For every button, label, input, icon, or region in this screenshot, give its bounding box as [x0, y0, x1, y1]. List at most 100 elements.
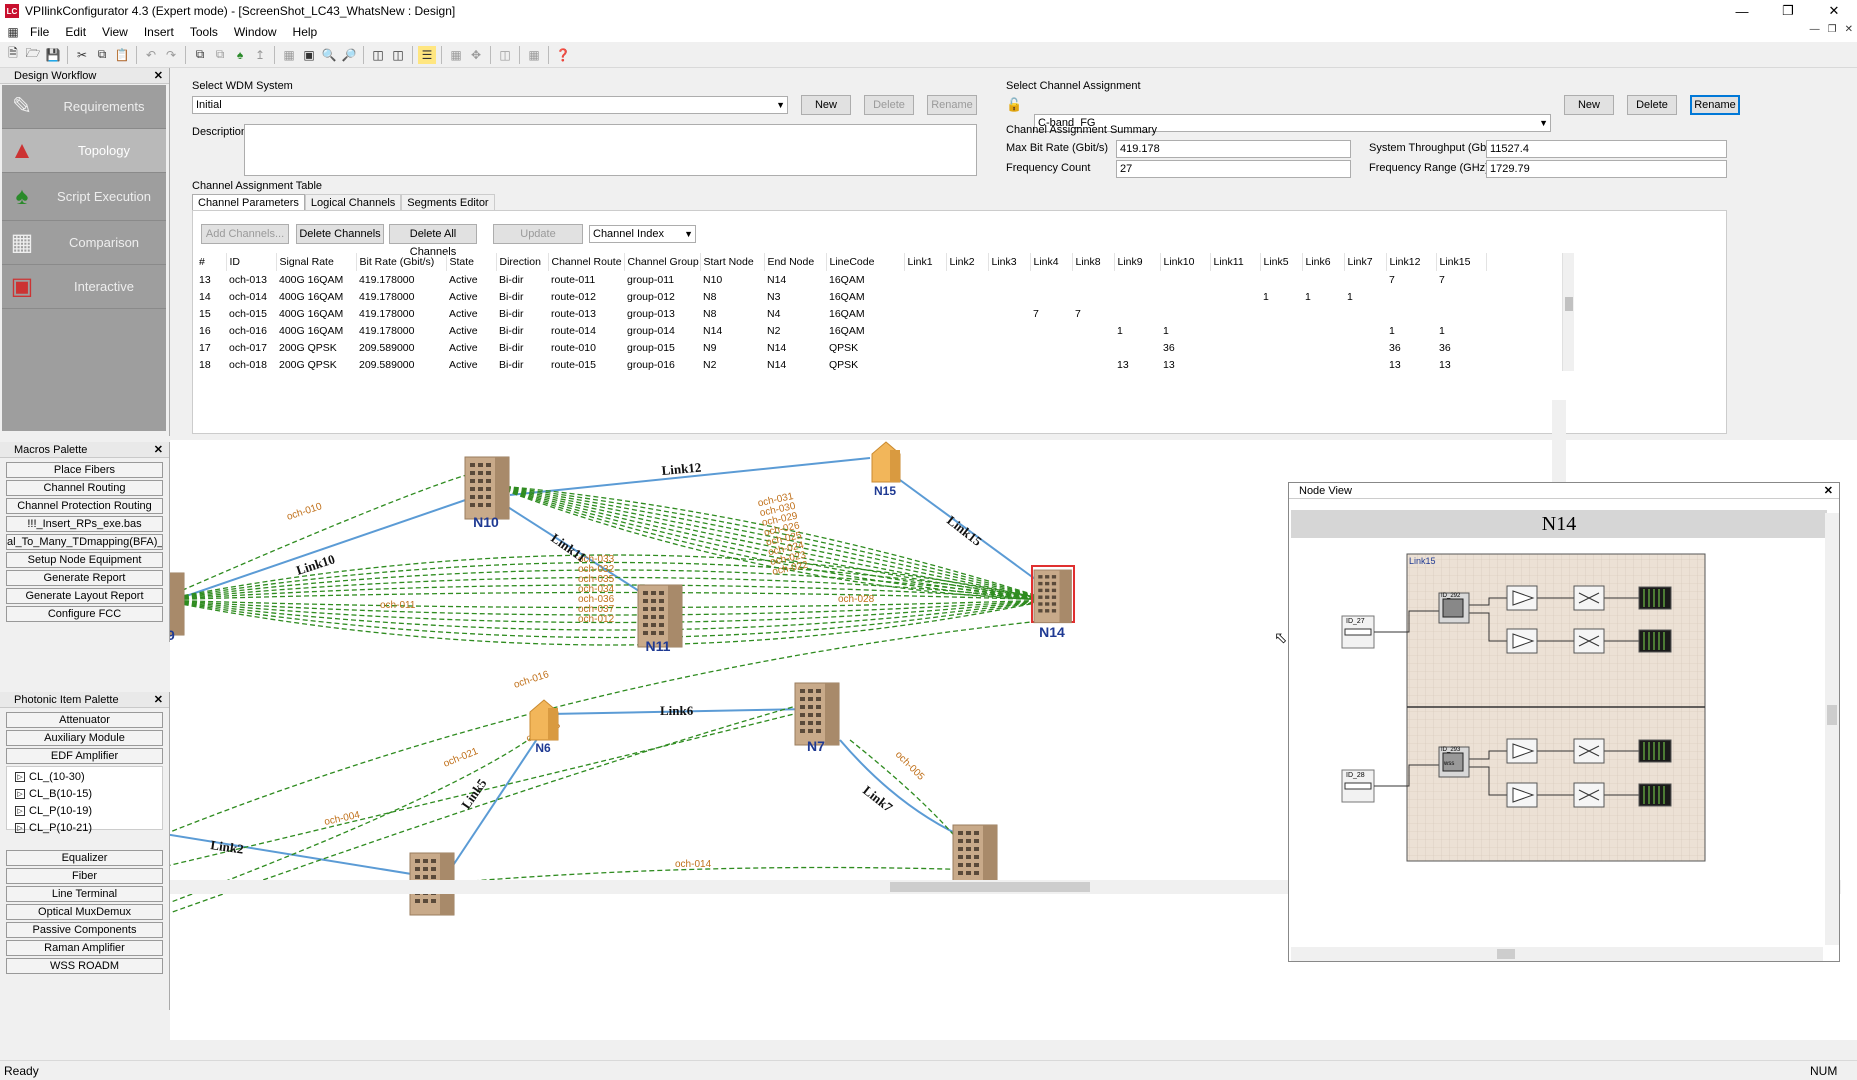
table-cell[interactable]: N14 [764, 356, 826, 371]
table-cell[interactable]: 1 [1114, 322, 1160, 339]
column-header[interactable]: Link15 [1436, 253, 1487, 271]
table-cell[interactable] [988, 322, 1030, 339]
column-header[interactable]: State [446, 253, 497, 271]
close-panel-icon[interactable]: ✕ [154, 68, 163, 84]
table-cell[interactable]: 13 [1160, 356, 1210, 371]
table-cell[interactable] [1302, 271, 1344, 288]
table-cell[interactable]: 16QAM [826, 305, 904, 322]
id27-block[interactable]: ID_27 [1341, 615, 1375, 649]
palette-auxiliary-module[interactable]: Auxiliary Module [6, 730, 163, 746]
table-cell[interactable]: och-018 [226, 356, 276, 371]
terminal-block[interactable] [1638, 586, 1672, 610]
node-partial-left[interactable]: 9 [139, 572, 185, 643]
table-cell[interactable] [1302, 322, 1344, 339]
table-cell[interactable] [988, 356, 1030, 371]
workflow-script-execution[interactable]: ♠ Script Execution [2, 173, 166, 221]
table-cell[interactable] [1030, 288, 1072, 305]
menu-file[interactable]: File [22, 25, 57, 39]
table-cell[interactable]: 400G 16QAM [276, 288, 356, 305]
table-cell[interactable] [1302, 339, 1344, 356]
table-cell[interactable]: 13 [1386, 356, 1436, 371]
wdm-system-select[interactable]: Initial ▼ [192, 96, 788, 114]
save-icon[interactable]: 💾 [44, 46, 62, 64]
amplifier-block[interactable] [1506, 738, 1538, 764]
table-cell[interactable]: N14 [700, 322, 764, 339]
table-cell[interactable]: och-015 [226, 305, 276, 322]
table-cell[interactable] [1114, 288, 1160, 305]
column-header[interactable]: Link11 [1210, 253, 1261, 271]
table-cell[interactable]: 1 [1260, 288, 1302, 305]
assign-delete-button[interactable]: Delete [1627, 95, 1677, 115]
workflow-topology[interactable]: ▲ Topology [2, 129, 166, 173]
table-cell[interactable]: 1 [1436, 322, 1486, 339]
table-cell[interactable] [1114, 271, 1160, 288]
macro-generate-layout-report[interactable]: Generate Layout Report [6, 588, 163, 604]
column-header[interactable]: Link10 [1160, 253, 1211, 271]
list-icon[interactable]: ☰ [418, 45, 436, 64]
node-n7[interactable]: N7 [794, 682, 840, 754]
terminal-block[interactable] [1638, 739, 1672, 763]
table-cell[interactable]: Bi-dir [496, 288, 548, 305]
table-cell[interactable]: N8 [700, 288, 764, 305]
macro-configure-fcc[interactable]: Configure FCC [6, 606, 163, 622]
table-cell[interactable] [988, 339, 1030, 356]
mdi-restore-icon[interactable]: ❐ [1828, 24, 1837, 35]
palette-optical-muxdemux[interactable]: Optical MuxDemux [6, 904, 163, 920]
table-row[interactable]: 17 och-017 200G QPSK 209.589000 Active Bi-dir… [196, 339, 1486, 356]
table-cell[interactable] [1386, 288, 1436, 305]
table-cell[interactable]: 36 [1386, 339, 1436, 356]
table-row[interactable]: 14 och-014 400G 16QAM 419.178000 Active Bi-di… [196, 288, 1486, 305]
copy-icon[interactable]: ⧉ [93, 46, 111, 64]
table-cell[interactable]: Active [446, 339, 496, 356]
list-item[interactable]: ▷ CL_(10-30) [13, 769, 156, 784]
column-header[interactable]: Link7 [1344, 253, 1387, 271]
table-cell[interactable]: group-015 [624, 339, 700, 356]
id28-block[interactable]: ID_28 [1341, 769, 1375, 803]
table-cell[interactable]: 15 [196, 305, 226, 322]
table-cell[interactable]: och-014 [226, 288, 276, 305]
group-icon[interactable]: ⧉ [211, 46, 229, 64]
table-cell[interactable]: 400G 16QAM [276, 271, 356, 288]
table-cell[interactable]: 1 [1344, 288, 1386, 305]
menu-window[interactable]: Window [226, 25, 285, 39]
node-view-vscroll[interactable] [1825, 513, 1839, 945]
table-cell[interactable]: Active [446, 356, 496, 371]
table-cell[interactable] [988, 288, 1030, 305]
workflow-requirements[interactable]: ✎ Requirements [2, 85, 166, 129]
table-cell[interactable] [1210, 339, 1260, 356]
table-cell[interactable] [1160, 271, 1210, 288]
wss-block[interactable]: wss ID_293 [1438, 746, 1470, 778]
table-cell[interactable] [1072, 322, 1114, 339]
table-cell[interactable]: N10 [700, 271, 764, 288]
column-header[interactable]: # [196, 253, 227, 271]
table-row[interactable]: 13 och-013 400G 16QAM 419.178000 Active Bi-di… [196, 271, 1486, 288]
table-cell[interactable] [1260, 271, 1302, 288]
table-cell[interactable]: Bi-dir [496, 339, 548, 356]
table-cell[interactable]: Active [446, 322, 496, 339]
table-cell[interactable]: group-011 [624, 271, 700, 288]
mdi-minimize-icon[interactable]: — [1810, 24, 1820, 35]
menu-edit[interactable]: Edit [57, 25, 94, 39]
terminal-block[interactable] [1638, 783, 1672, 807]
run-icon[interactable]: ♠ [231, 46, 249, 64]
delete-all-channels-button[interactable]: Delete All Channels [389, 224, 477, 258]
table-row[interactable]: 15 och-015 400G 16QAM 419.178000 Active Bi-di… [196, 305, 1486, 322]
palette-attenuator[interactable]: Attenuator [6, 712, 163, 728]
column-header[interactable]: Bit Rate (Gbit/s) [356, 253, 447, 271]
lock-icon[interactable]: 🔓 [1006, 97, 1022, 113]
table-cell[interactable] [1344, 356, 1386, 371]
table-cell[interactable]: group-014 [624, 322, 700, 339]
column-header[interactable]: End Node [764, 253, 827, 271]
table-cell[interactable] [1344, 271, 1386, 288]
palette-passive-components[interactable]: Passive Components [6, 922, 163, 938]
tab-logical-channels[interactable]: Logical Channels [304, 194, 402, 211]
macro-tdmapping[interactable]: al_To_Many_TDmapping(BFA)_e [6, 534, 163, 550]
table-cell[interactable]: route-012 [548, 288, 624, 305]
table-cell[interactable]: route-013 [548, 305, 624, 322]
table-cell[interactable]: Active [446, 305, 496, 322]
table-cell[interactable]: N14 [764, 271, 826, 288]
table-cell[interactable] [904, 271, 946, 288]
minimize-icon[interactable]: — [1719, 0, 1765, 22]
table-cell[interactable] [1210, 322, 1260, 339]
table-cell[interactable]: 419.178000 [356, 288, 446, 305]
